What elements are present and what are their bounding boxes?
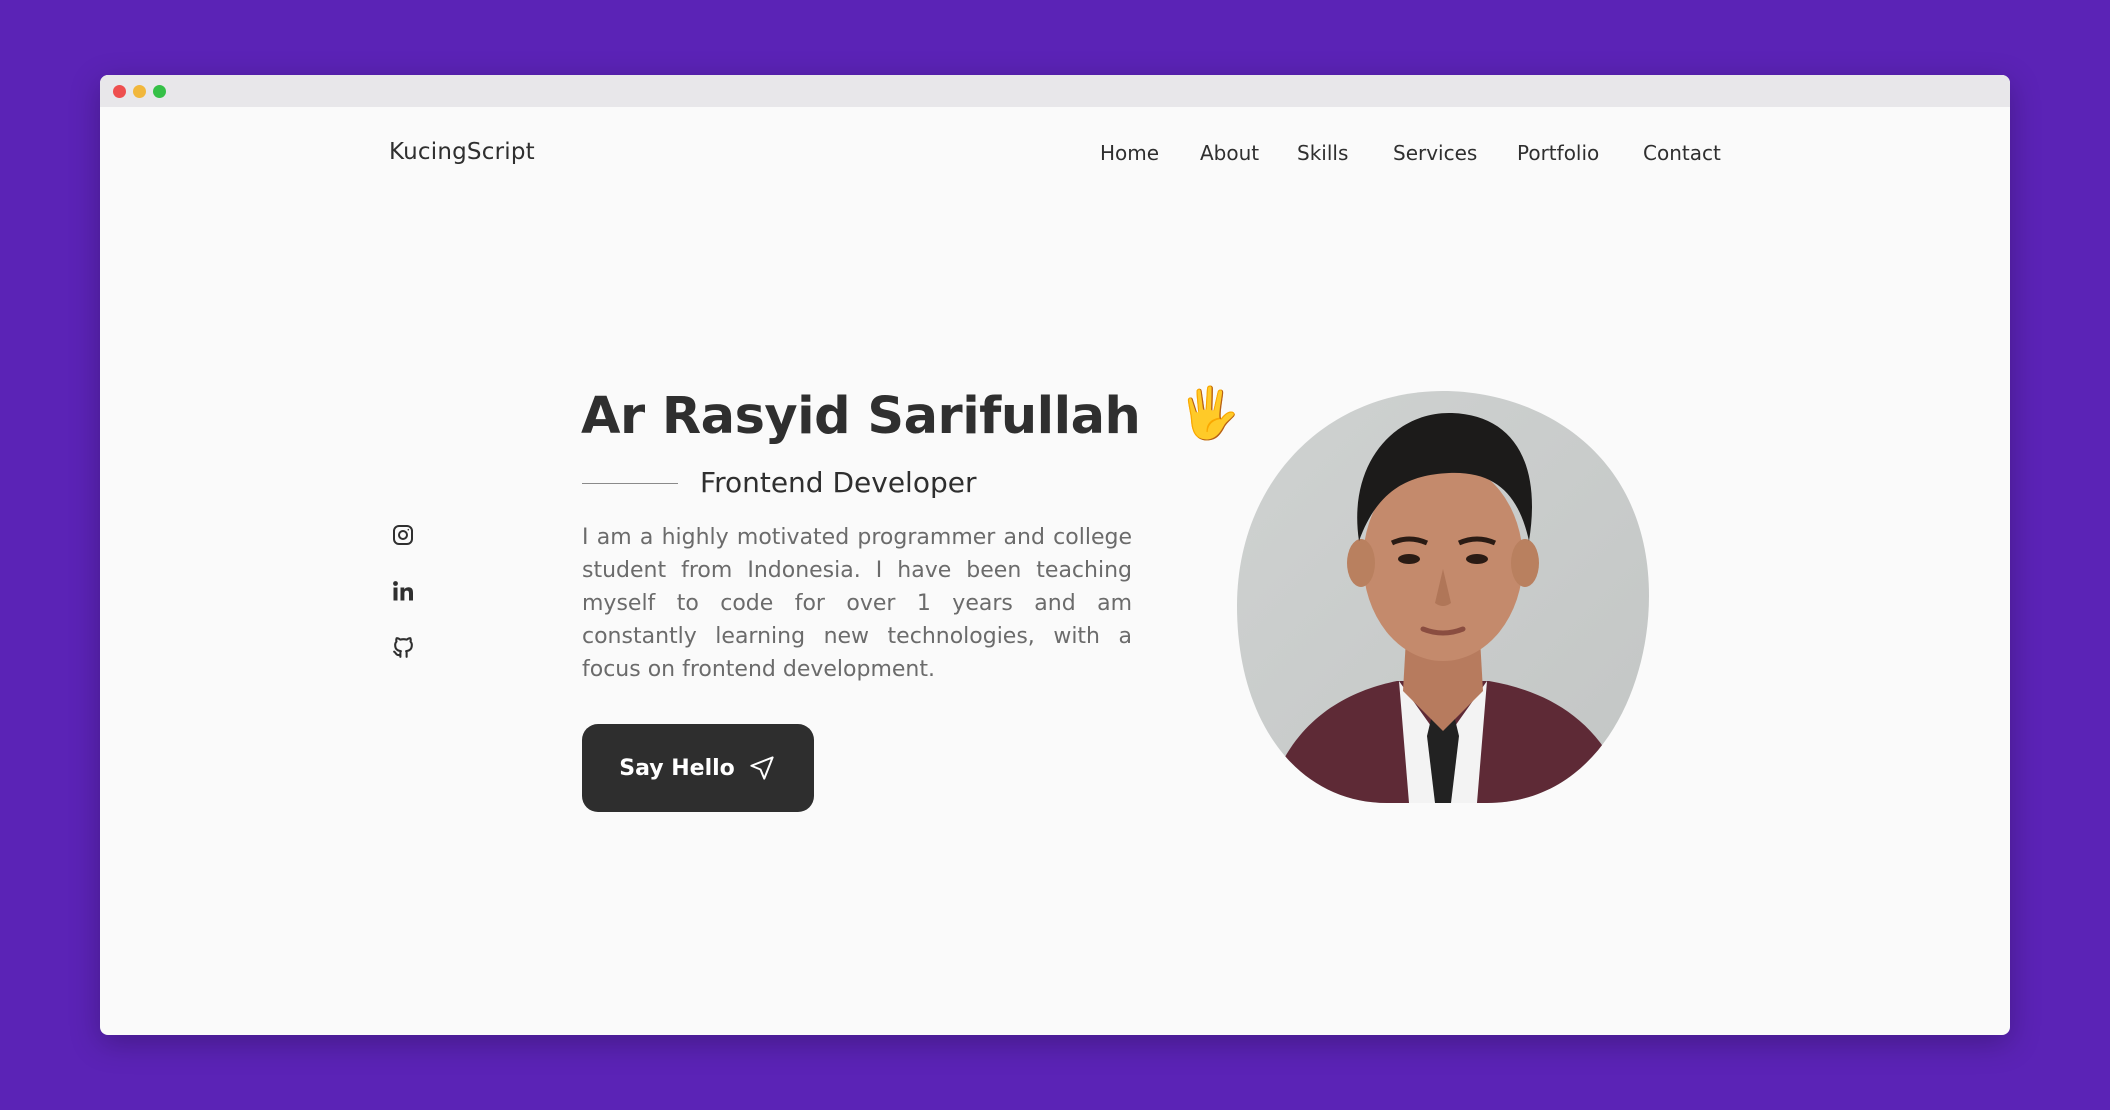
- nav-item-about[interactable]: About: [1200, 141, 1259, 165]
- hero-name: Ar Rasyid Sarifullah: [581, 387, 1141, 446]
- minimize-window-button[interactable]: [133, 85, 146, 98]
- hero-subtitle: Frontend Developer: [700, 466, 977, 499]
- wave-hand-icon: 🖐: [1178, 384, 1241, 442]
- github-icon[interactable]: [390, 634, 416, 660]
- nav-item-portfolio[interactable]: Portfolio: [1517, 141, 1599, 165]
- maximize-window-button[interactable]: [153, 85, 166, 98]
- window-titlebar: [100, 75, 2010, 107]
- close-window-button[interactable]: [113, 85, 126, 98]
- nav-item-home[interactable]: Home: [1100, 141, 1159, 165]
- say-hello-button[interactable]: Say Hello: [582, 724, 814, 812]
- send-icon: [750, 756, 774, 780]
- browser-window: KucingScript Home About Skills Services …: [100, 75, 2010, 1035]
- profile-photo: [1237, 391, 1649, 803]
- nav-item-services[interactable]: Services: [1393, 141, 1477, 165]
- subtitle-divider: [582, 483, 678, 484]
- linkedin-icon[interactable]: [390, 578, 416, 604]
- hero-description: I am a highly motivated programmer and c…: [582, 525, 1132, 682]
- nav-item-contact[interactable]: Contact: [1643, 141, 1721, 165]
- instagram-icon[interactable]: [390, 522, 416, 548]
- say-hello-label: Say Hello: [619, 755, 735, 781]
- site-logo[interactable]: KucingScript: [389, 139, 535, 165]
- nav-item-skills[interactable]: Skills: [1297, 141, 1348, 165]
